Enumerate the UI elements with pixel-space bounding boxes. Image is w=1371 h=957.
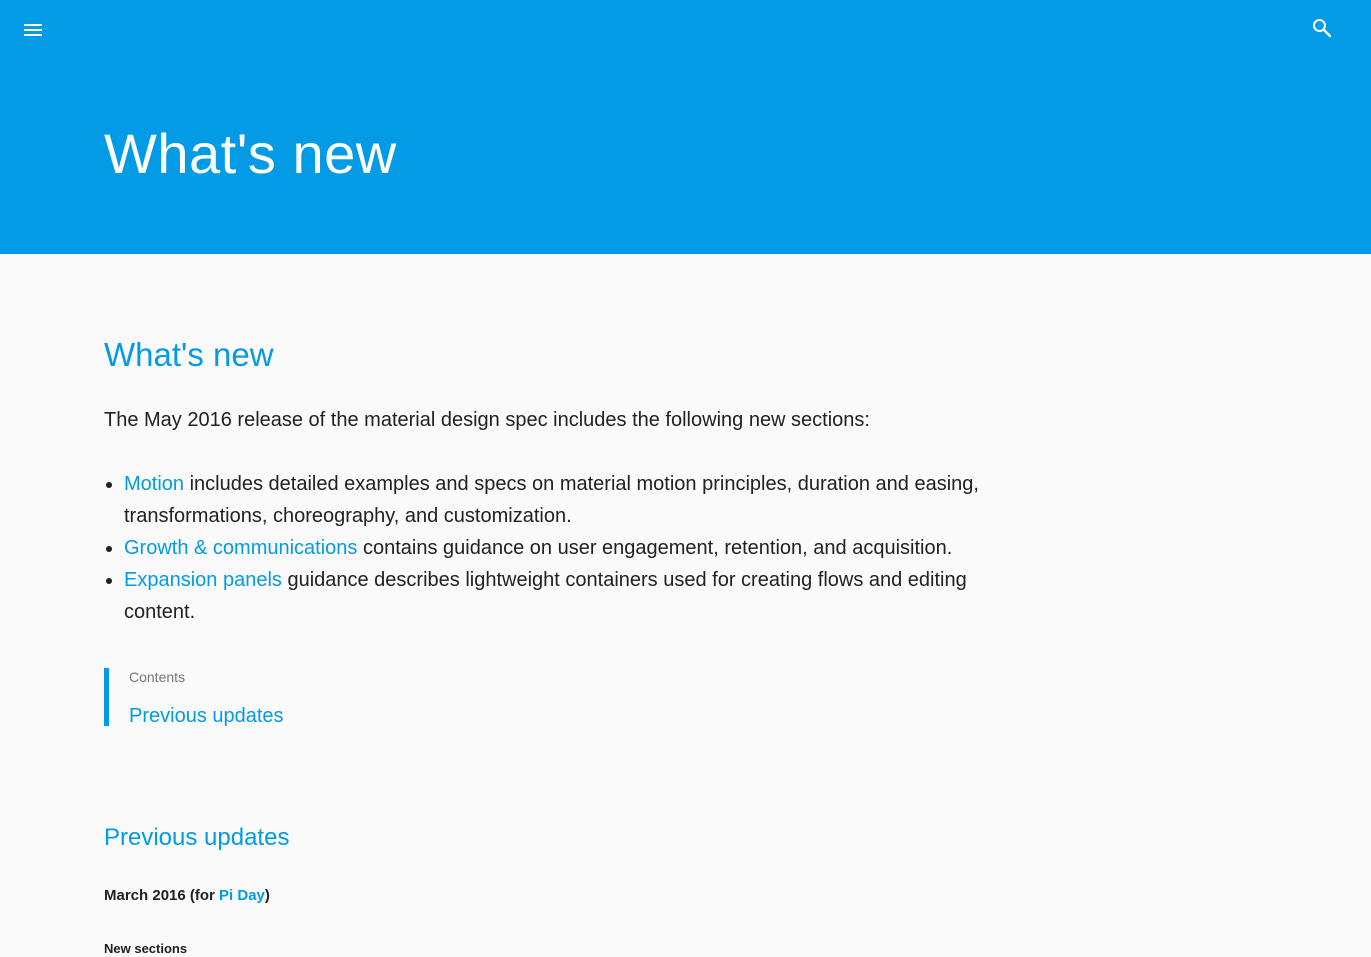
previous-updates-heading: Previous updates — [104, 824, 290, 851]
list-item-text: contains guidance on user engagement, re… — [357, 537, 953, 559]
toc-previous-updates-link[interactable]: Previous updates — [129, 704, 284, 728]
whats-new-list: Motion includes detailed examples and sp… — [104, 468, 1004, 628]
list-item: Motion includes detailed examples and sp… — [124, 468, 1004, 532]
motion-link[interactable]: Motion — [124, 473, 184, 495]
list-item-text: includes detailed examples and specs on … — [124, 473, 979, 527]
growth-communications-link[interactable]: Growth & communications — [124, 537, 357, 559]
table-of-contents: Contents Previous updates — [104, 668, 504, 728]
toc-label: Contents — [129, 669, 186, 685]
update-date-prefix: March 2016 (for — [104, 887, 220, 904]
pi-day-link[interactable]: Pi Day — [219, 887, 265, 904]
new-sections-label: New sections — [104, 941, 188, 956]
search-icon[interactable] — [1310, 16, 1334, 40]
page-title: What's new — [104, 122, 397, 185]
expansion-panels-link[interactable]: Expansion panels — [124, 569, 282, 591]
menu-icon[interactable] — [22, 20, 46, 40]
list-item: Growth & communications contains guidanc… — [124, 532, 1004, 564]
update-date-suffix: ) — [264, 887, 270, 904]
update-date: March 2016 (for Pi Day) — [104, 886, 270, 906]
list-item: Expansion panels guidance describes ligh… — [124, 564, 1004, 628]
app-header: What's new — [0, 0, 1371, 254]
intro-text: The May 2016 release of the material des… — [104, 409, 870, 431]
section-title: What's new — [104, 336, 274, 373]
